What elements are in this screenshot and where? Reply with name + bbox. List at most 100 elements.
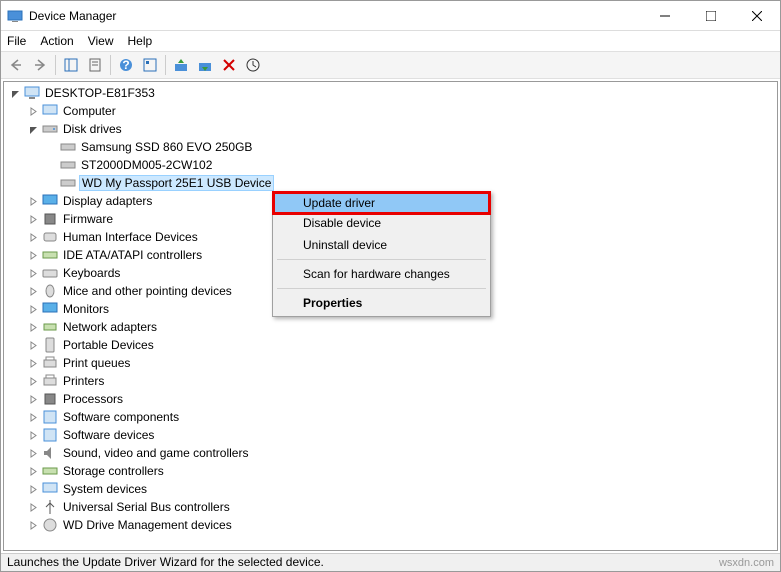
node-label: Samsung SSD 860 EVO 250GB [79,140,254,154]
chevron-right-icon[interactable] [26,428,40,442]
toolbar-separator [55,55,56,75]
tree-node[interactable]: Software devices [4,426,777,444]
node-label: Processors [61,392,125,406]
action-button[interactable] [139,54,161,76]
back-button[interactable] [5,54,27,76]
chevron-right-icon[interactable] [26,302,40,316]
help-button[interactable]: ? [115,54,137,76]
menu-action[interactable]: Action [40,34,73,48]
chevron-down-icon[interactable] [8,86,22,100]
uninstall-button[interactable] [218,54,240,76]
chevron-down-icon[interactable] [26,122,40,136]
status-text: Launches the Update Driver Wizard for th… [7,555,324,569]
chevron-right-icon[interactable] [26,500,40,514]
window-title: Device Manager [29,9,642,23]
chevron-right-icon[interactable] [26,392,40,406]
node-label: Mice and other pointing devices [61,284,234,298]
node-label: ST2000DM005-2CW102 [79,158,214,172]
menu-bar: File Action View Help [1,31,780,51]
tree-node[interactable]: Universal Serial Bus controllers [4,498,777,516]
tree-node[interactable]: Processors [4,390,777,408]
context-properties[interactable]: Properties [275,292,488,314]
menu-item-label: Update driver [303,196,375,210]
printer-icon [42,373,58,389]
tree-root[interactable]: DESKTOP-E81F353 [4,84,777,102]
tree-node[interactable]: Sound, video and game controllers [4,444,777,462]
context-menu: Update driver Disable device Uninstall d… [272,191,491,317]
node-label: Firmware [61,212,115,226]
chevron-right-icon[interactable] [26,212,40,226]
chevron-right-icon[interactable] [26,356,40,370]
menu-item-label: Disable device [303,216,381,230]
system-icon [42,481,58,497]
chevron-right-icon[interactable] [26,230,40,244]
node-label: Network adapters [61,320,159,334]
tree-node-diskdrives[interactable]: Disk drives [4,120,777,138]
context-uninstall-device[interactable]: Uninstall device [275,234,488,256]
scan-hardware-button[interactable] [242,54,264,76]
close-button[interactable] [734,1,780,31]
disk-icon [60,139,76,155]
tree-node[interactable]: Software components [4,408,777,426]
node-label: System devices [61,482,149,496]
tree-node[interactable]: Portable Devices [4,336,777,354]
tree-leaf[interactable]: Samsung SSD 860 EVO 250GB [4,138,777,156]
toolbar: ? [1,51,780,79]
sound-icon [42,445,58,461]
menu-view[interactable]: View [88,34,114,48]
node-label: Print queues [61,356,132,370]
chevron-right-icon[interactable] [26,482,40,496]
forward-button[interactable] [29,54,51,76]
chevron-right-icon[interactable] [26,194,40,208]
printer-icon [42,355,58,371]
tree-node[interactable]: Network adapters [4,318,777,336]
node-label: Disk drives [61,122,124,136]
chevron-right-icon[interactable] [26,320,40,334]
node-label: WD Drive Management devices [61,518,234,532]
node-label: WD My Passport 25E1 USB Device [79,175,274,191]
chevron-right-icon[interactable] [26,410,40,424]
node-label: Display adapters [61,194,154,208]
context-update-driver[interactable]: Update driver [272,191,491,215]
keyboard-icon [42,265,58,281]
tree-node[interactable]: WD Drive Management devices [4,516,777,534]
chevron-right-icon[interactable] [26,284,40,298]
ide-icon [42,247,58,263]
tree-node[interactable]: System devices [4,480,777,498]
status-bar: Launches the Update Driver Wizard for th… [1,553,780,571]
context-disable-device[interactable]: Disable device [275,212,488,234]
mouse-icon [42,283,58,299]
computer-icon [24,85,40,101]
chevron-right-icon[interactable] [26,104,40,118]
node-label: Universal Serial Bus controllers [61,500,232,514]
tree-node[interactable]: Printers [4,372,777,390]
tree-node[interactable]: Print queues [4,354,777,372]
chevron-right-icon[interactable] [26,464,40,478]
properties-button[interactable] [84,54,106,76]
tree-leaf[interactable]: ST2000DM005-2CW102 [4,156,777,174]
chevron-right-icon[interactable] [26,338,40,352]
chevron-right-icon[interactable] [26,518,40,532]
tree-node[interactable]: Computer [4,102,777,120]
node-label: Portable Devices [61,338,156,352]
show-hide-tree-button[interactable] [60,54,82,76]
maximize-button[interactable] [688,1,734,31]
chevron-right-icon[interactable] [26,374,40,388]
update-driver-button[interactable] [170,54,192,76]
minimize-button[interactable] [642,1,688,31]
disable-button[interactable] [194,54,216,76]
tree-leaf-selected[interactable]: WD My Passport 25E1 USB Device [4,174,777,192]
chevron-right-icon[interactable] [26,266,40,280]
context-scan-hardware[interactable]: Scan for hardware changes [275,263,488,285]
software-icon [42,427,58,443]
tree-node[interactable]: Storage controllers [4,462,777,480]
node-label: Storage controllers [61,464,166,478]
menu-help[interactable]: Help [128,34,153,48]
menu-separator [277,259,486,260]
chevron-right-icon[interactable] [26,248,40,262]
menu-file[interactable]: File [7,34,26,48]
toolbar-separator [110,55,111,75]
chevron-right-icon[interactable] [26,446,40,460]
usb-icon [42,499,58,515]
node-label: Printers [61,374,106,388]
